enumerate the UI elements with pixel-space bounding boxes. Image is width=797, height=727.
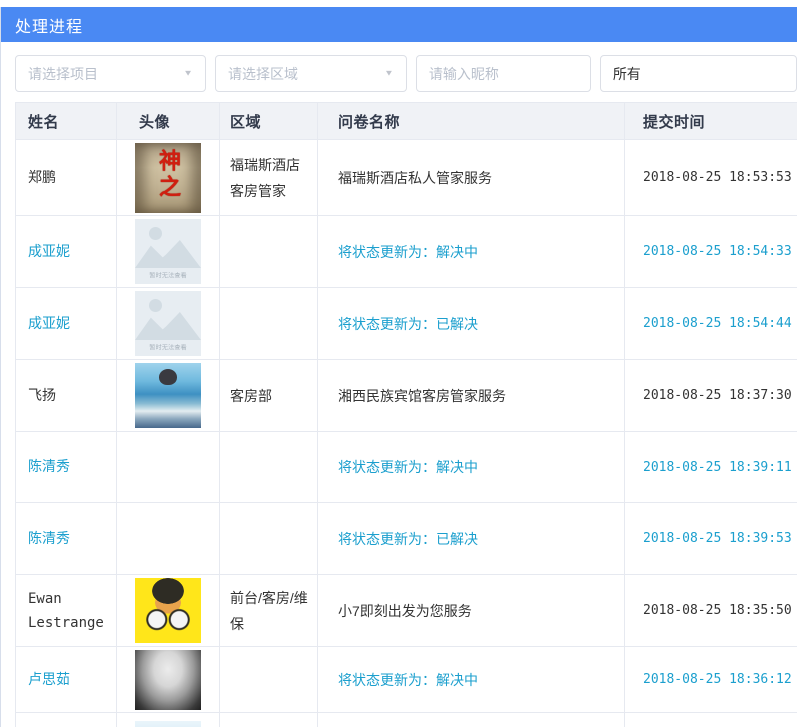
avatar-cell [116, 359, 220, 432]
avatar-cell [116, 712, 220, 727]
survey-cell: 将状态更新为：已解决 [317, 287, 625, 360]
area-cell: 福瑞斯酒店客房管家 [219, 139, 318, 216]
area-select-placeholder: 请选择区域 [228, 65, 298, 82]
time-cell: 2018-08-25 18:54:33 [624, 215, 797, 288]
avatar-cell: 神之 [116, 139, 220, 216]
time-cell [624, 712, 797, 727]
records-table-wrap: 姓名 头像 区域 问卷名称 提交时间 郑鹏 神之 福瑞斯酒店客房管家 福瑞斯酒店… [15, 102, 797, 727]
survey-cell: 将状态更新为：解决中 [317, 646, 625, 713]
area-cell: 客房部 [219, 359, 318, 432]
avatar-cell [116, 431, 220, 503]
time-cell: 2018-08-25 18:54:44 [624, 287, 797, 360]
chevron-down-icon: ▼ [383, 69, 394, 78]
table-row [15, 712, 797, 727]
name-cell: 卢思茹 [15, 646, 117, 713]
avatar-image [135, 363, 201, 428]
area-cell [219, 215, 318, 288]
nickname-input[interactable] [416, 56, 590, 91]
area-cell [219, 431, 318, 503]
project-select-placeholder: 请选择项目 [28, 65, 98, 82]
name-cell: Ewan Lestrange [15, 574, 117, 647]
survey-cell: 将状态更新为：解决中 [317, 431, 625, 503]
page-title: 处理进程 [15, 18, 84, 36]
name-cell: 郑鹏 [15, 139, 117, 216]
avatar-image [135, 721, 201, 727]
avatar-cell [116, 574, 220, 647]
avatar-placeholder-image: 暂时无法查看 [135, 291, 201, 356]
survey-cell: 小7即刻出发为您服务 [317, 574, 625, 647]
column-header-name: 姓名 [15, 102, 117, 140]
area-cell: 前台/客房/维保 [219, 574, 318, 647]
filter-bar: 请选择项目 ▼ 请选择区域 ▼ 所有 [15, 55, 797, 92]
avatar-cell [116, 502, 220, 575]
area-cell [219, 646, 318, 713]
title-bar: 处理进程 [1, 7, 797, 42]
name-cell: 成亚妮 [15, 215, 117, 288]
table-row: 陈清秀 将状态更新为：已解决 2018-08-25 18:39:53 [15, 502, 797, 575]
name-cell [15, 712, 117, 727]
name-cell: 陈清秀 [15, 502, 117, 575]
survey-cell [317, 712, 625, 727]
column-header-avatar: 头像 [116, 102, 220, 140]
area-cell [219, 502, 318, 575]
table-row: 飞扬 客房部 湘西民族宾馆客房管家服务 2018-08-25 18:37:30 [15, 359, 797, 432]
column-header-survey: 问卷名称 [317, 102, 625, 140]
area-cell [219, 712, 318, 727]
avatar-image [135, 578, 201, 643]
avatar-image: 神之 [135, 142, 201, 213]
name-cell: 飞扬 [15, 359, 117, 432]
status-select-value: 所有 [612, 65, 641, 82]
status-select[interactable]: 所有 [599, 55, 797, 92]
page: { "header": { "title": "处理进程" }, "filter… [0, 7, 797, 727]
avatar-image [135, 435, 201, 500]
survey-cell: 湘西民族宾馆客房管家服务 [317, 359, 625, 432]
chevron-down-icon: ▼ [183, 69, 193, 78]
nickname-field [415, 55, 591, 92]
table-row: 郑鹏 神之 福瑞斯酒店客房管家 福瑞斯酒店私人管家服务 2018-08-25 1… [15, 139, 797, 216]
area-cell [219, 287, 318, 360]
survey-cell: 将状态更新为：已解决 [317, 502, 625, 575]
column-header-area: 区域 [219, 102, 318, 140]
avatar-cell [116, 646, 220, 713]
table-row: 卢思茹 将状态更新为：解决中 2018-08-25 18:36:12 [15, 646, 797, 713]
column-header-time: 提交时间 [624, 102, 797, 140]
avatar-image [135, 506, 201, 571]
records-table: 姓名 头像 区域 问卷名称 提交时间 郑鹏 神之 福瑞斯酒店客房管家 福瑞斯酒店… [15, 102, 797, 727]
table-header-row: 姓名 头像 区域 问卷名称 提交时间 [15, 102, 797, 140]
time-cell: 2018-08-25 18:53:53 [624, 139, 797, 216]
time-cell: 2018-08-25 18:39:11 [624, 431, 797, 503]
survey-cell: 福瑞斯酒店私人管家服务 [317, 139, 625, 216]
survey-cell: 将状态更新为：解决中 [317, 215, 625, 288]
table-row: 陈清秀 将状态更新为：解决中 2018-08-25 18:39:11 [15, 431, 797, 503]
avatar-cell: 暂时无法查看 [116, 215, 220, 288]
name-cell: 陈清秀 [15, 431, 117, 503]
avatar-sign-text: 神之 [156, 148, 181, 201]
name-cell: 成亚妮 [15, 287, 117, 360]
time-cell: 2018-08-25 18:39:53 [624, 502, 797, 575]
time-cell: 2018-08-25 18:37:30 [624, 359, 797, 432]
area-select[interactable]: 请选择区域 ▼ [215, 55, 407, 92]
avatar-placeholder-text: 暂时无法查看 [149, 271, 187, 280]
avatar-image [135, 649, 201, 710]
avatar-placeholder-image: 暂时无法查看 [135, 219, 201, 284]
time-cell: 2018-08-25 18:36:12 [624, 646, 797, 713]
table-row: Ewan Lestrange 前台/客房/维保 小7即刻出发为您服务 2018-… [15, 574, 797, 647]
time-cell: 2018-08-25 18:35:50 [624, 574, 797, 647]
avatar-placeholder-text: 暂时无法查看 [149, 343, 187, 352]
table-row: 成亚妮 暂时无法查看 将状态更新为：已解决 2018-08-25 18:54:4… [15, 287, 797, 360]
table-row: 成亚妮 暂时无法查看 将状态更新为：解决中 2018-08-25 18:54:3… [15, 215, 797, 288]
avatar-cell: 暂时无法查看 [116, 287, 220, 360]
project-select[interactable]: 请选择项目 ▼ [15, 55, 206, 92]
